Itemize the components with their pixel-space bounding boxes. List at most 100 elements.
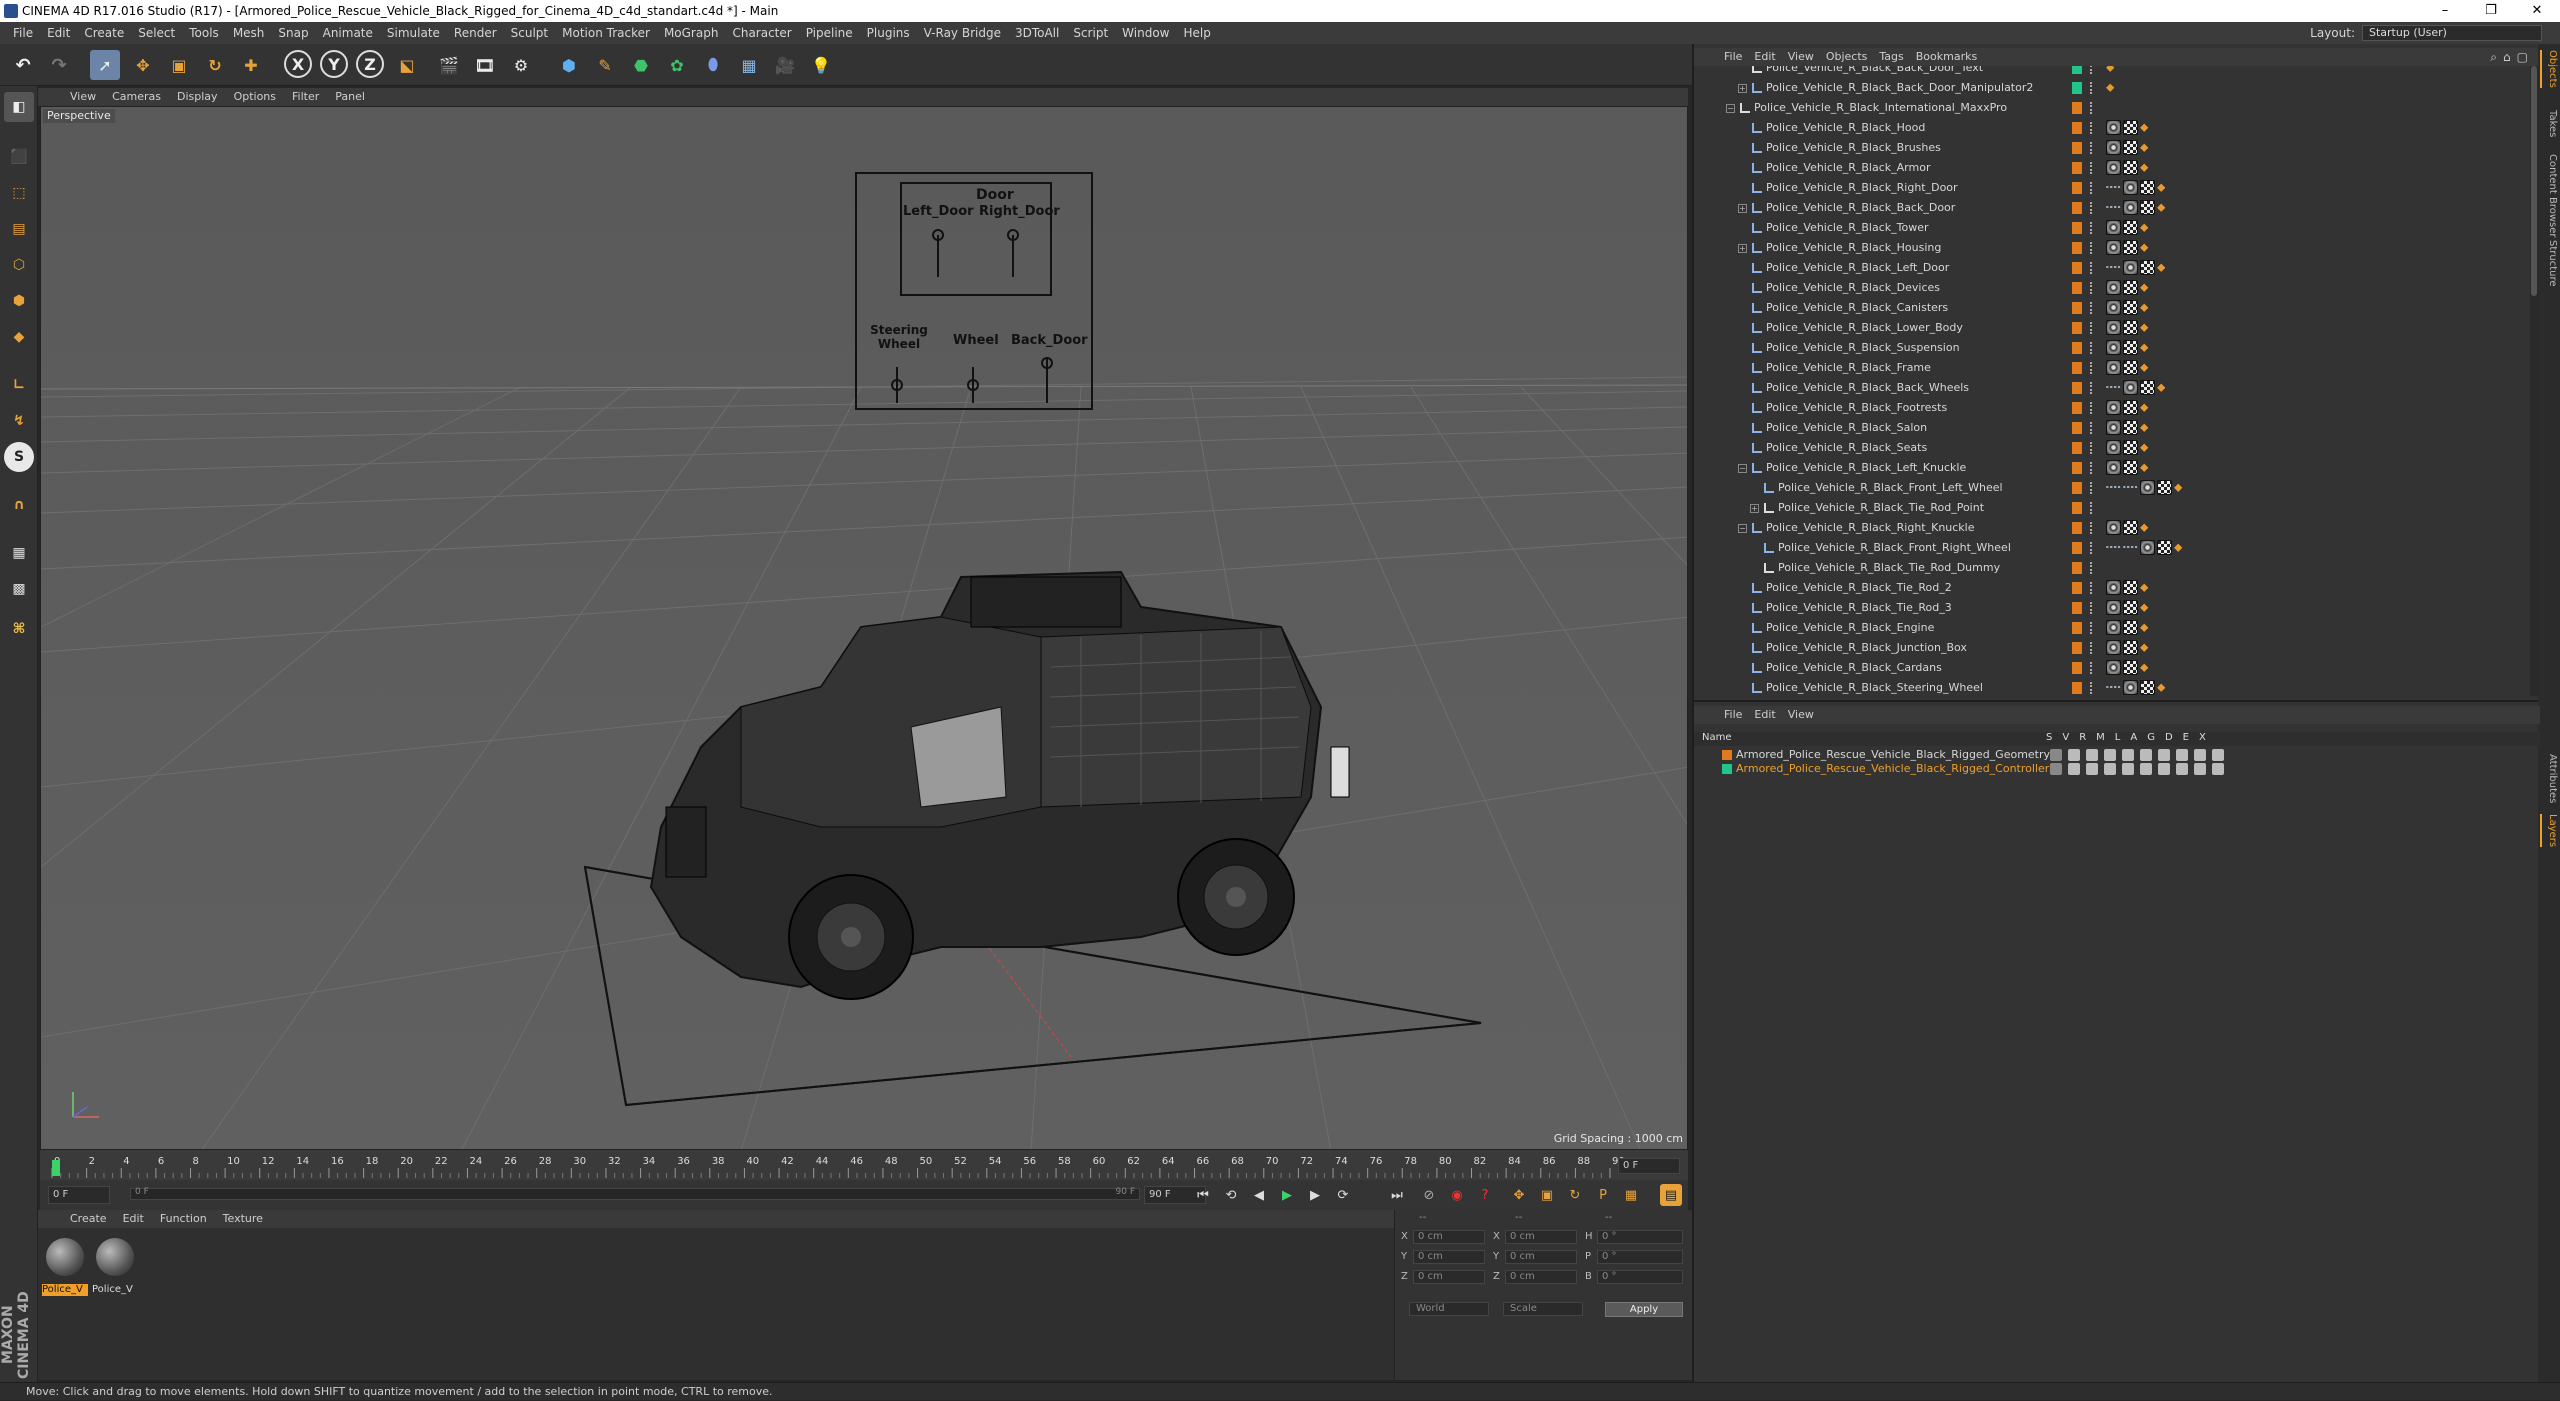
object-row[interactable]: + Police_Vehicle_R_Black_Housing ⬥: [1694, 238, 2530, 258]
texture-tag-icon[interactable]: [2123, 280, 2138, 295]
selection-tag-icon[interactable]: ⬥: [2106, 66, 2116, 75]
phong-tag-icon[interactable]: [2106, 120, 2121, 135]
texture-tag-icon[interactable]: [2123, 640, 2138, 655]
coord-scale-select[interactable]: Scale: [1503, 1302, 1583, 1316]
deformer-icon[interactable]: ⬮: [698, 50, 728, 80]
object-row[interactable]: Police_Vehicle_R_Black_Devices ⬥: [1694, 278, 2530, 298]
viewport-menu-cameras[interactable]: Cameras: [104, 88, 169, 106]
pen-icon[interactable]: ✎: [590, 50, 620, 80]
selection-tag-icon[interactable]: ⬥: [2157, 260, 2167, 275]
layer-color-swatch[interactable]: [2072, 342, 2082, 354]
visibility-dots[interactable]: [2090, 602, 2094, 614]
visibility-dots[interactable]: [2090, 282, 2094, 294]
selection-tag-icon[interactable]: ⬥: [2174, 540, 2184, 555]
menu-edit[interactable]: Edit: [40, 22, 77, 44]
layer-toggle-icon[interactable]: [2068, 749, 2080, 761]
selection-tag-icon[interactable]: ⬥: [2140, 120, 2150, 135]
camera-icon[interactable]: 🎥: [770, 50, 800, 80]
array-icon[interactable]: ✿: [662, 50, 692, 80]
snapping-icon[interactable]: S: [4, 442, 34, 472]
layer-color-swatch[interactable]: [2072, 482, 2082, 494]
material-menu-edit[interactable]: Edit: [115, 1210, 152, 1228]
phong-tag-icon[interactable]: [2106, 460, 2121, 475]
model-mode-icon[interactable]: ⬛: [4, 142, 34, 172]
visibility-dots[interactable]: [2090, 342, 2094, 354]
object-row[interactable]: Police_Vehicle_R_Black_Front_Left_Wheel ⬥: [1694, 478, 2530, 498]
edit-render-settings-icon[interactable]: ⚙: [506, 50, 536, 80]
visibility-dots[interactable]: [2090, 302, 2094, 314]
selection-tag-icon[interactable]: ⬥: [2140, 580, 2150, 595]
layer-color-swatch[interactable]: [2072, 122, 2082, 134]
objects-menu-tags[interactable]: Tags: [1873, 48, 1909, 66]
selection-tag-icon[interactable]: ⬥: [2140, 280, 2150, 295]
texture-tag-icon[interactable]: [2140, 260, 2155, 275]
layer-color-swatch[interactable]: [2072, 202, 2082, 214]
visibility-dots[interactable]: [2090, 262, 2094, 274]
expand-toggle[interactable]: −: [1738, 464, 1747, 473]
phong-tag-icon[interactable]: [2106, 600, 2121, 615]
texture-tag-icon[interactable]: [2157, 480, 2172, 495]
perspective-viewport[interactable]: Door Left_Door Right_Door Steering Wheel…: [40, 106, 1688, 1150]
menu-3dtoall[interactable]: 3DToAll: [1008, 22, 1066, 44]
selection-tag-icon[interactable]: ⬥: [2140, 600, 2150, 615]
visibility-dots[interactable]: [2090, 142, 2094, 154]
selection-tag-icon[interactable]: ⬥: [2140, 640, 2150, 655]
visibility-dots[interactable]: [2090, 102, 2094, 114]
phong-tag-icon[interactable]: [2123, 180, 2138, 195]
texture-tag-icon[interactable]: [2123, 360, 2138, 375]
phong-tag-icon[interactable]: [2106, 160, 2121, 175]
layer-color-swatch[interactable]: [2072, 622, 2082, 634]
layer-toggle-icon[interactable]: [2086, 749, 2098, 761]
selection-tag-icon[interactable]: ⬥: [2140, 340, 2150, 355]
record-active-objects-icon[interactable]: ◉: [1446, 1184, 1468, 1206]
texture-tag-icon[interactable]: [2140, 380, 2155, 395]
phong-tag-icon[interactable]: [2106, 280, 2121, 295]
layer-color-swatch[interactable]: [2072, 66, 2082, 74]
texture-tag-icon[interactable]: [2123, 580, 2138, 595]
object-row[interactable]: + Police_Vehicle_R_Black_Back_Door ⬥: [1694, 198, 2530, 218]
object-row[interactable]: Police_Vehicle_R_Black_Footrests ⬥: [1694, 398, 2530, 418]
planar-workplane-icon[interactable]: ▩: [4, 574, 34, 604]
texture-tag-icon[interactable]: [2140, 180, 2155, 195]
phong-tag-icon[interactable]: [2123, 680, 2138, 695]
visibility-dots[interactable]: [2090, 482, 2094, 494]
object-row[interactable]: Police_Vehicle_R_Black_Engine ⬥: [1694, 618, 2530, 638]
visibility-dots[interactable]: [2090, 242, 2094, 254]
layer-color-swatch[interactable]: [2072, 262, 2082, 274]
autokeying-icon[interactable]: ?: [1474, 1184, 1496, 1206]
layer-toggle-icon[interactable]: [2212, 763, 2224, 775]
magnet-icon[interactable]: ∩: [4, 490, 34, 520]
xpresso-link-icon[interactable]: [2106, 266, 2121, 268]
menu-help[interactable]: Help: [1176, 22, 1217, 44]
object-row[interactable]: Police_Vehicle_R_Black_Tie_Rod_3 ⬥: [1694, 598, 2530, 618]
expand-toggle[interactable]: −: [1738, 524, 1747, 533]
make-editable-icon[interactable]: ◧: [4, 92, 34, 122]
layer-color-swatch[interactable]: [2072, 142, 2082, 154]
move-icon[interactable]: ✥: [128, 50, 158, 80]
layer-color-swatch[interactable]: [2072, 82, 2082, 94]
phong-tag-icon[interactable]: [2106, 240, 2121, 255]
layer-color-swatch[interactable]: [2072, 642, 2082, 654]
objects-menu-file[interactable]: File: [1718, 48, 1748, 66]
tab-takes[interactable]: Takes: [2540, 110, 2558, 137]
layer-toggle-icon[interactable]: [2212, 749, 2224, 761]
phong-tag-icon[interactable]: [2123, 380, 2138, 395]
layer-color-swatch[interactable]: [1722, 750, 1732, 760]
texture-tag-icon[interactable]: [2123, 620, 2138, 635]
key-rotation-icon[interactable]: ↻: [1564, 1184, 1586, 1206]
live-selection-icon[interactable]: ➚: [90, 50, 120, 80]
menu-simulate[interactable]: Simulate: [380, 22, 447, 44]
texture-tag-icon[interactable]: [2123, 140, 2138, 155]
home-icon[interactable]: ⌂: [2503, 50, 2511, 65]
objects-menu-view[interactable]: View: [1782, 48, 1820, 66]
current-frame-field[interactable]: 0 F: [1618, 1158, 1680, 1174]
layer-toggle-icon[interactable]: [2158, 763, 2170, 775]
material-menu-function[interactable]: Function: [152, 1210, 215, 1228]
layer-toggle-icon[interactable]: [2086, 763, 2098, 775]
coord-size-field[interactable]: 0 cm: [1505, 1230, 1577, 1244]
object-row[interactable]: Police_Vehicle_R_Black_Canisters ⬥: [1694, 298, 2530, 318]
polygons-mode-icon[interactable]: ◆: [4, 322, 34, 352]
coordinate-system-icon[interactable]: ⬕: [392, 50, 422, 80]
layout-select[interactable]: Startup (User): [2362, 25, 2542, 41]
key-pla-icon[interactable]: ▦: [1620, 1184, 1642, 1206]
